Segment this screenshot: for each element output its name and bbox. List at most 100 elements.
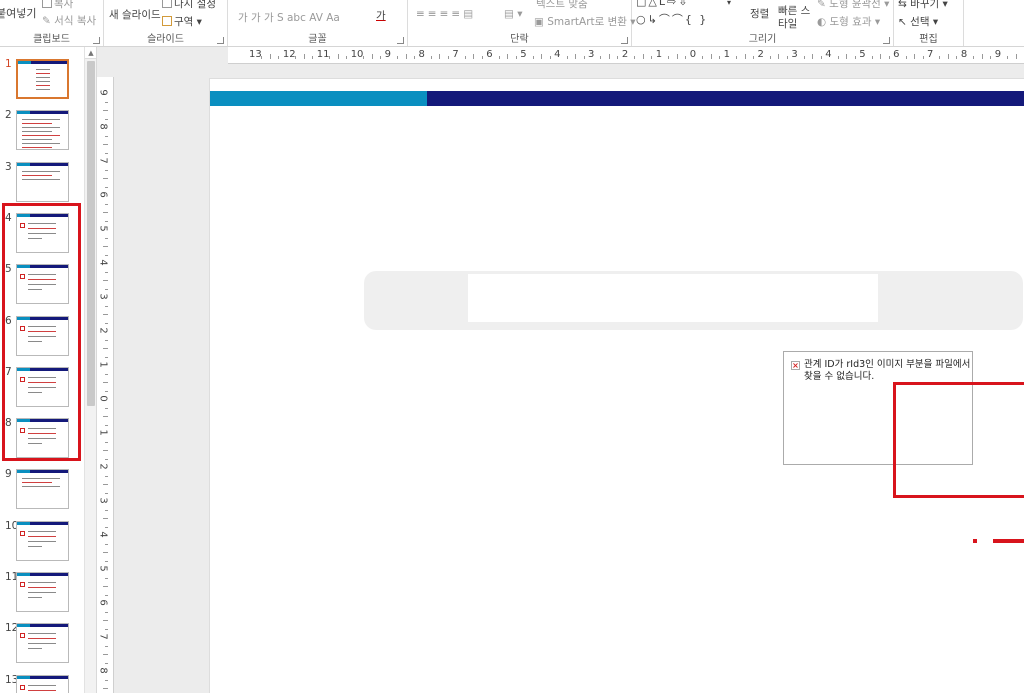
font-format-buttons[interactable]: 가 가 가 S abc AV Aa bbox=[238, 10, 340, 25]
cursor-icon: ↖ bbox=[898, 16, 907, 28]
ruler-label: 7 bbox=[97, 157, 109, 164]
section-icon bbox=[162, 16, 172, 26]
ruler-label: 3 bbox=[791, 49, 798, 60]
slides-label: 슬라이드 bbox=[147, 34, 184, 45]
ruler-label: 3 bbox=[97, 293, 109, 300]
slide-thumbnail-image[interactable] bbox=[16, 469, 69, 510]
ruler-label: 6 bbox=[97, 191, 109, 198]
ruler-label: 1 bbox=[97, 361, 109, 368]
align-buttons[interactable]: ≡≡≡≡▤ bbox=[416, 8, 476, 20]
slide-number: 1 bbox=[5, 58, 12, 70]
ruler-label: 6 bbox=[97, 599, 109, 606]
paragraph-launcher[interactable] bbox=[621, 37, 628, 44]
broken-image-icon: × bbox=[791, 361, 800, 370]
ruler-label: 4 bbox=[554, 49, 561, 60]
ruler-label: 9 bbox=[994, 49, 1002, 60]
ruler-label: 9 bbox=[384, 49, 391, 60]
ruler-label: 8 bbox=[97, 123, 109, 130]
editing-group: ⇆ 바꾸기 ▾ ↖ 선택 ▾ 편집 bbox=[894, 0, 964, 46]
highlight-annotation-thumbnails bbox=[2, 203, 81, 461]
slide-thumbnail-image[interactable] bbox=[16, 572, 69, 612]
shapes-gallery-row2[interactable]: ○↳⌒⌒{ } bbox=[636, 11, 708, 27]
replace-button[interactable]: ⇆ 바꾸기 ▾ bbox=[898, 0, 948, 11]
slide-thumbnail-image[interactable] bbox=[16, 674, 69, 693]
ruler-label: 8 bbox=[418, 49, 425, 60]
ruler-label: 7 bbox=[97, 633, 109, 640]
drawing-group: □△L⇨⇩ ○↳⌒⌒{ } ▾ 정렬 빠른 스타일 ✎ 도형 윤곽선 ▾ ◐ 도… bbox=[632, 0, 894, 46]
arrange-button[interactable]: 정렬 bbox=[750, 6, 769, 21]
font-launcher[interactable] bbox=[397, 37, 404, 44]
text-align-button[interactable]: 텍스트 맞춤 bbox=[536, 0, 588, 11]
slide-thumbnail[interactable]: 12 bbox=[0, 620, 84, 668]
slide-thumbnail-image[interactable] bbox=[16, 623, 69, 664]
ruler-label: 2 bbox=[97, 463, 109, 470]
slide-canvas[interactable]: × 관계 ID가 rId3인 이미지 부분을 파일에서 찾을 수 없습니다. bbox=[209, 78, 1024, 693]
reset-button[interactable]: 다시 설정 bbox=[162, 0, 216, 11]
ruler-label: 1 bbox=[97, 429, 109, 436]
header-accent-bar-cyan bbox=[210, 91, 427, 106]
slide-thumbnail-image[interactable] bbox=[16, 520, 69, 561]
ruler-label: 8 bbox=[960, 49, 968, 60]
ruler-label: 2 bbox=[757, 49, 764, 60]
quick-styles-button[interactable]: 빠른 스타일 bbox=[778, 5, 814, 31]
ribbon: 붙여넣기 복사 ✎ 서식 복사 클립보드 새 슬라이드 다시 설정 구역 ▾ 슬… bbox=[0, 0, 1024, 47]
horizontal-ruler[interactable]: 13121110987654321012345678910 bbox=[228, 47, 1024, 64]
font-color-button[interactable]: 가 bbox=[376, 8, 386, 23]
paragraph-group: ≡≡≡≡▤ ▤ ▾ 텍스트 맞춤 ▣ SmartArt로 변환 ▾ 단락 bbox=[408, 0, 636, 46]
ruler-label: 7 bbox=[452, 49, 459, 60]
paste-button[interactable]: 붙여넣기 bbox=[0, 5, 36, 21]
thumbnail-scrollbar[interactable]: ▲ bbox=[84, 47, 96, 693]
slide-thumbnail[interactable]: 11 bbox=[0, 569, 84, 617]
line-spacing-button[interactable]: ▤ ▾ bbox=[504, 8, 523, 20]
ruler-label: 1 bbox=[723, 49, 730, 60]
shape-outline-button[interactable]: ✎ 도형 윤곽선 ▾ bbox=[817, 0, 889, 11]
replace-icon: ⇆ bbox=[898, 0, 907, 10]
section-button[interactable]: 구역 ▾ bbox=[162, 14, 202, 29]
slide-thumbnail[interactable]: 3 bbox=[0, 159, 84, 207]
shapes-gallery-row1[interactable]: □△L⇨⇩ bbox=[636, 0, 689, 8]
smartart-icon: ▣ bbox=[534, 16, 544, 28]
clipped-red-text-line bbox=[973, 535, 1024, 545]
clipboard-launcher[interactable] bbox=[93, 37, 100, 44]
slide-number: 2 bbox=[5, 109, 12, 122]
slide-thumbnail-image[interactable] bbox=[16, 161, 69, 202]
slides-launcher[interactable] bbox=[217, 37, 224, 44]
paragraph-label: 단락 bbox=[510, 34, 529, 45]
vertical-ruler[interactable]: 9 8 7 6 5 4 3 2 1 0 1 2 3 4 5 6 7 8 bbox=[97, 77, 114, 693]
slide-thumbnail-pane[interactable]: 1 2 3 4 5 6 7 8 9 10 11 12 13 ▲ bbox=[0, 47, 97, 693]
slide-thumbnail[interactable]: 2 bbox=[0, 107, 84, 155]
ruler-label: 6 bbox=[486, 49, 493, 60]
slide-thumbnail[interactable]: 9 bbox=[0, 466, 84, 514]
slide-number: 9 bbox=[5, 468, 12, 481]
slide-thumbnail-image[interactable] bbox=[16, 110, 69, 151]
title-text-box[interactable] bbox=[468, 274, 878, 322]
font-label: 글꼴 bbox=[308, 34, 327, 45]
smartart-button[interactable]: ▣ SmartArt로 변환 ▾ bbox=[534, 14, 636, 29]
slide-thumbnail[interactable]: 10 bbox=[0, 518, 84, 566]
clipboard-group: 붙여넣기 복사 ✎ 서식 복사 클립보드 bbox=[0, 0, 104, 46]
format-painter-button[interactable]: ✎ 서식 복사 bbox=[42, 13, 96, 28]
new-slide-button[interactable]: 새 슬라이드 bbox=[109, 7, 161, 22]
scroll-up-arrow-icon[interactable]: ▲ bbox=[85, 47, 96, 59]
editing-label: 편집 bbox=[919, 34, 938, 45]
ruler-label: 4 bbox=[97, 531, 109, 538]
shape-effects-button[interactable]: ◐ 도형 효과 ▾ bbox=[817, 14, 880, 29]
shapes-more-button[interactable]: ▾ bbox=[727, 0, 731, 7]
ruler-label: 3 bbox=[588, 49, 595, 60]
slide-thumbnail[interactable]: 13 bbox=[0, 672, 84, 693]
ruler-label: 4 bbox=[97, 259, 109, 266]
header-accent-bar-navy bbox=[427, 91, 1024, 106]
copy-button[interactable]: 복사 bbox=[42, 0, 73, 11]
drawing-launcher[interactable] bbox=[883, 37, 890, 44]
ruler-label: 0 bbox=[97, 395, 109, 402]
copy-icon bbox=[42, 0, 52, 8]
ruler-label: 12 bbox=[282, 49, 296, 60]
font-group: 가 가 가 S abc AV Aa 가 글꼴 bbox=[228, 0, 408, 46]
thumbnail-scroll-thumb[interactable] bbox=[87, 61, 95, 406]
ruler-label: 5 bbox=[97, 225, 109, 232]
select-button[interactable]: ↖ 선택 ▾ bbox=[898, 14, 938, 29]
slide-thumbnail-image[interactable] bbox=[16, 59, 69, 99]
title-placeholder[interactable] bbox=[364, 271, 1023, 330]
slide-thumbnail[interactable]: 1 bbox=[0, 56, 84, 104]
ruler-label: 0 bbox=[689, 49, 697, 60]
